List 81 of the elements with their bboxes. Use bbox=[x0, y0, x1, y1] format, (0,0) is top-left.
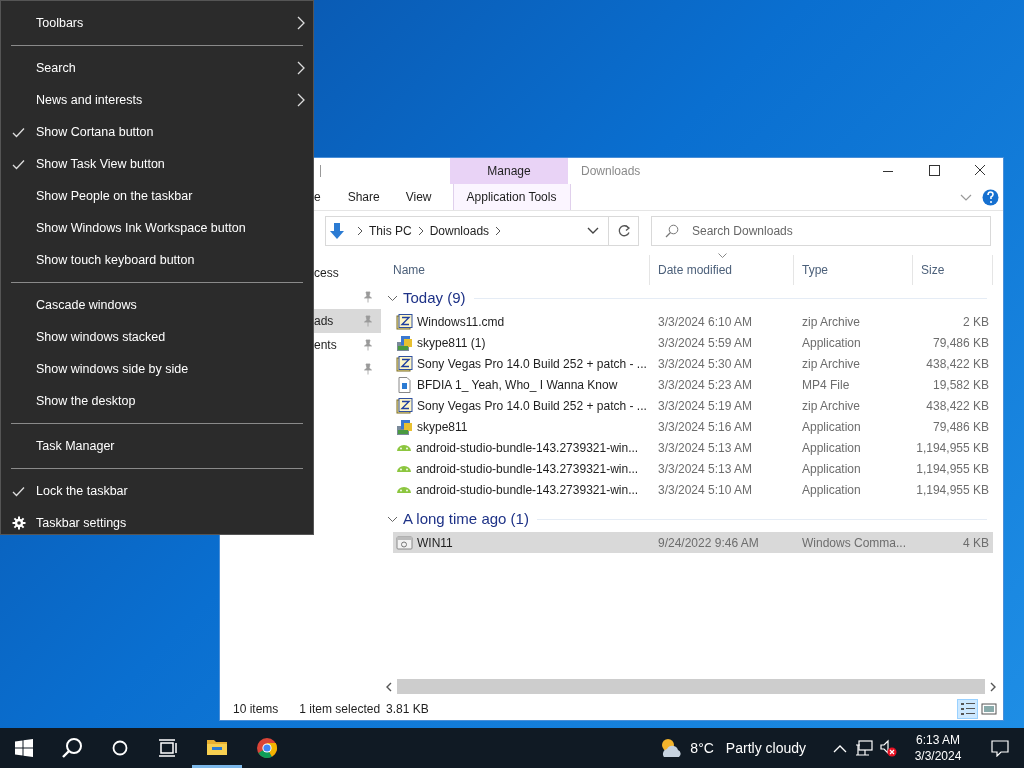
android-icon bbox=[397, 486, 411, 493]
chevron-right-icon bbox=[297, 16, 305, 30]
weather-widget[interactable]: 8°C Partly cloudy bbox=[652, 728, 812, 768]
settings-icon bbox=[11, 516, 26, 530]
task-view-icon bbox=[158, 739, 178, 757]
file-row[interactable]: android-studio-bundle-143.2739321-win... 3/3/2024 5:13 AM Application 1,194,955 KB bbox=[393, 437, 993, 458]
breadcrumb[interactable]: Downloads bbox=[429, 222, 490, 240]
menu-item[interactable]: Taskbar settings bbox=[1, 507, 313, 539]
dropdown-icon[interactable] bbox=[587, 227, 599, 235]
menu-item[interactable]: Show the desktop bbox=[1, 385, 313, 417]
file-row[interactable]: android-studio-bundle-143.2739321-win... 3/3/2024 5:10 AM Application 1,194,955 KB bbox=[393, 479, 993, 500]
menu-item[interactable]: News and interests bbox=[1, 84, 313, 116]
collapse-icon[interactable] bbox=[387, 294, 398, 302]
android-icon bbox=[397, 465, 411, 472]
ribbon-tab[interactable]: View bbox=[392, 184, 445, 210]
group-header[interactable]: A long time ago (1) bbox=[403, 507, 529, 531]
ribbon-tab[interactable]: Application Tools bbox=[452, 184, 571, 210]
file-row[interactable]: Windows11.cmd 3/3/2024 6:10 AM zip Archive 2 KB bbox=[393, 311, 993, 332]
column-header[interactable]: Name bbox=[385, 255, 650, 285]
ribbon-tab[interactable]: Share bbox=[334, 184, 393, 210]
installer-icon bbox=[396, 418, 413, 435]
menu-item[interactable]: Lock the taskbar bbox=[1, 475, 313, 507]
window-title: Downloads bbox=[580, 163, 642, 180]
script-file-icon bbox=[396, 534, 413, 551]
column-header[interactable]: Size bbox=[913, 255, 993, 285]
menu-item[interactable]: Show People on the taskbar bbox=[1, 180, 313, 212]
refresh-icon bbox=[616, 224, 631, 238]
file-row[interactable]: WIN11 9/24/2022 9:46 AM Windows Comma... 4 KB bbox=[393, 532, 993, 553]
android-icon bbox=[397, 444, 411, 451]
status-text: 3.81 KB bbox=[386, 701, 429, 718]
menu-item[interactable]: Show touch keyboard button bbox=[1, 244, 313, 276]
search-icon bbox=[61, 737, 83, 759]
menu-item[interactable]: Cascade windows bbox=[1, 289, 313, 321]
view-button[interactable] bbox=[957, 699, 978, 719]
column-header[interactable]: Type bbox=[794, 255, 913, 285]
muted-volume-icon[interactable] bbox=[879, 739, 897, 757]
chevron-right-icon bbox=[297, 93, 305, 107]
collapse-icon[interactable] bbox=[387, 515, 398, 523]
notification-icon bbox=[991, 739, 1009, 757]
clock[interactable]: 6:13 AM 3/3/2024 bbox=[900, 728, 976, 768]
circle-icon bbox=[112, 740, 128, 756]
breadcrumb[interactable]: This PC bbox=[369, 222, 412, 240]
download-arrow-icon bbox=[329, 222, 345, 240]
search-field[interactable]: Search Downloads bbox=[651, 216, 991, 246]
ribbon-tab[interactable]: e bbox=[314, 184, 335, 210]
scroll-left-icon[interactable] bbox=[384, 681, 394, 692]
scrollbar-thumb[interactable] bbox=[397, 679, 985, 694]
chrome-logo-icon bbox=[256, 737, 278, 759]
menu-item[interactable]: Show Windows Ink Workspace button bbox=[1, 212, 313, 244]
zip-file-icon bbox=[396, 397, 413, 414]
file-row[interactable]: Sony Vegas Pro 14.0 Build 252 + patch - ... 3/3/2024 5:19 AM zip Archive 438,422 KB bbox=[393, 395, 993, 416]
sort-indicator-icon bbox=[718, 253, 727, 258]
zip-file-icon bbox=[396, 355, 413, 372]
menu-item[interactable]: Show Task View button bbox=[1, 148, 313, 180]
file-row[interactable]: android-studio-bundle-143.2739321-win... 3/3/2024 5:13 AM Application 1,194,955 KB bbox=[393, 458, 993, 479]
menu-item[interactable]: Search bbox=[1, 52, 313, 84]
file-row[interactable]: skype811 3/3/2024 5:16 AM Application 79,486 KB bbox=[393, 416, 993, 437]
chevron-up-icon[interactable] bbox=[833, 743, 847, 753]
menu-item[interactable]: Task Manager bbox=[1, 430, 313, 462]
chevron-right-icon bbox=[495, 226, 502, 236]
address-bar[interactable]: This PC Downloads bbox=[325, 216, 639, 246]
chevron-right-icon bbox=[357, 226, 363, 236]
context-tab-group: Manage bbox=[450, 158, 568, 184]
search-icon bbox=[665, 224, 679, 238]
chevron-right-icon bbox=[297, 61, 305, 75]
chevron-right-icon bbox=[417, 226, 424, 236]
file-row[interactable]: BFDIA 1_ Yeah, Who_ I Wanna Know 3/3/2024 5:23 AM MP4 File 19,582 KB bbox=[393, 374, 993, 395]
network-icon[interactable] bbox=[855, 740, 873, 756]
zip-file-icon bbox=[396, 313, 413, 330]
column-header[interactable]: Date modified bbox=[650, 255, 794, 285]
video-file-icon bbox=[396, 376, 413, 393]
group-header[interactable]: Today (9) bbox=[403, 286, 466, 310]
windows-logo-icon bbox=[15, 739, 33, 757]
file-row[interactable]: skype811 (1) 3/3/2024 5:59 AM Application 79,486 KB bbox=[393, 332, 993, 353]
menu-item[interactable]: Toolbars bbox=[1, 7, 313, 39]
menu-item[interactable]: Show Cortana button bbox=[1, 116, 313, 148]
scroll-right-icon[interactable] bbox=[988, 681, 998, 692]
status-text: 10 items bbox=[233, 701, 279, 718]
status-text: 1 item selected bbox=[299, 701, 381, 718]
file-row[interactable]: Sony Vegas Pro 14.0 Build 252 + patch - ... 3/3/2024 5:30 AM zip Archive 438,422 KB bbox=[393, 353, 993, 374]
installer-icon bbox=[396, 334, 413, 351]
